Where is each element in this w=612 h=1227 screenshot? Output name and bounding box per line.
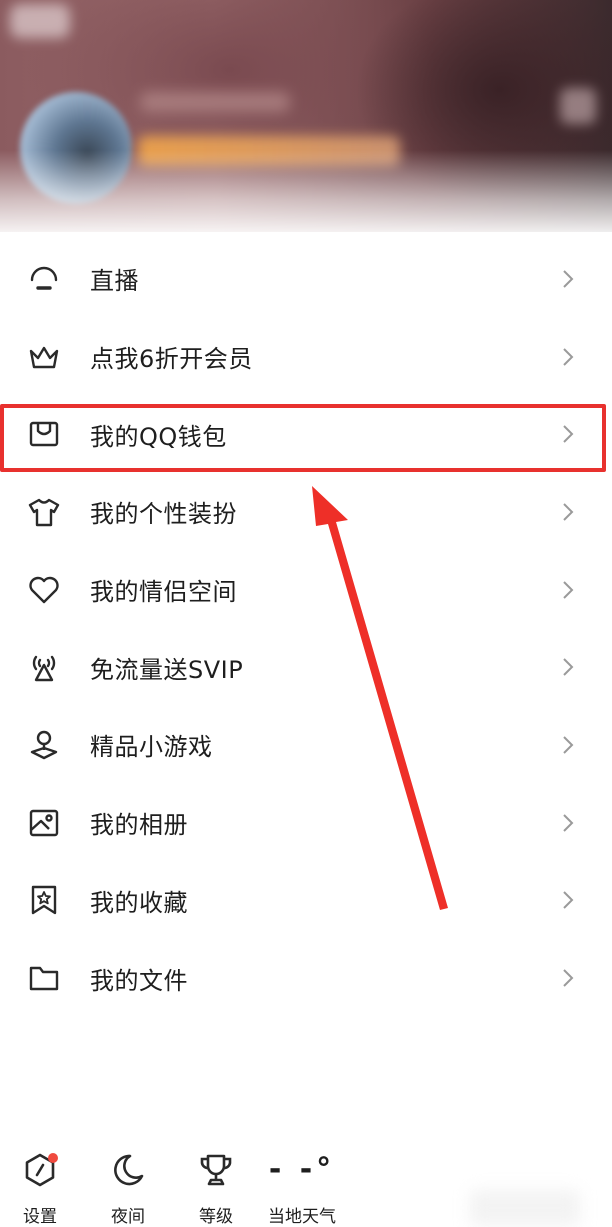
chevron-right-icon [563,658,574,676]
notification-dot [48,1153,58,1163]
menu-item-label: 我的收藏 [90,888,188,917]
wallet-highlight-box [0,404,606,472]
level-label: 等级 [199,1207,233,1227]
folder-icon [26,960,62,996]
side-menu: 直播 点我6折开会员 我的QQ钱包 我的个性装扮 我的情侣空间 免流量送SVIP… [0,240,612,1017]
live-icon [26,261,62,297]
settings-button[interactable]: 设置 [20,1150,60,1227]
menu-item-mini-games[interactable]: 精品小游戏 [0,706,612,784]
nickname-blur [140,92,290,112]
weather-label: 当地天气 [268,1207,336,1227]
level-button[interactable]: 等级 [196,1150,236,1227]
album-icon [26,805,62,841]
menu-item-label: 我的个性装扮 [90,500,237,529]
heart-icon [26,572,62,608]
menu-item-label: 点我6折开会员 [90,345,253,374]
trophy-icon [200,1154,232,1186]
header-top-blur [10,4,70,38]
chevron-right-icon [563,503,574,521]
signal-tower-icon [26,649,62,685]
night-label: 夜间 [111,1207,145,1227]
profile-header[interactable] [0,0,612,232]
settings-label: 设置 [23,1207,57,1227]
menu-item-label: 直播 [90,267,139,296]
bookmark-star-icon [26,882,62,918]
menu-item-label: 我的相册 [90,811,188,840]
chevron-right-icon [563,813,574,832]
menu-item-label: 免流量送SVIP [90,655,244,684]
chevron-right-icon [563,270,574,288]
moon-icon [114,1154,144,1186]
menu-item-favorites[interactable]: 我的收藏 [0,862,612,940]
menu-item-label: 我的文件 [90,966,188,995]
menu-item-couple-space[interactable]: 我的情侣空间 [0,551,612,629]
chevron-right-icon [563,347,574,366]
weather-temperature: - -° [268,1152,336,1187]
menu-item-files[interactable]: 我的文件 [0,939,612,1017]
menu-item-free-data-svip[interactable]: 免流量送SVIP [0,628,612,706]
header-qr-blur [560,88,596,124]
menu-item-album[interactable]: 我的相册 [0,784,612,862]
header-fade [0,150,612,232]
crown-icon [26,339,62,375]
menu-item-live[interactable]: 直播 [0,240,612,318]
chevron-right-icon [563,891,574,910]
weather-button[interactable]: - -° 当地天气 [268,1150,336,1227]
menu-item-label: 精品小游戏 [90,733,213,762]
chevron-right-icon [563,736,574,754]
watermark-blur [470,1190,580,1226]
chevron-right-icon [563,969,574,987]
night-mode-button[interactable]: 夜间 [108,1150,148,1227]
game-icon [26,727,62,763]
chevron-right-icon [563,580,574,599]
menu-item-outfit[interactable]: 我的个性装扮 [0,473,612,551]
tshirt-icon [26,494,62,530]
menu-item-label: 我的情侣空间 [90,578,237,607]
bottom-bar: 设置 夜间 等级 - -° 当地天气 [0,1150,612,1227]
settings-icon [25,1153,58,1187]
menu-item-vip[interactable]: 点我6折开会员 [0,318,612,396]
